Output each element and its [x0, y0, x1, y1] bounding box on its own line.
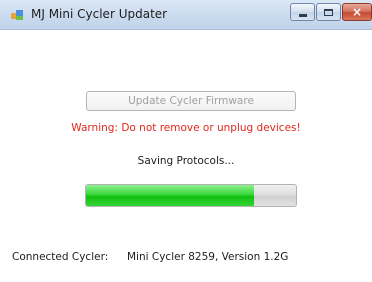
progress-fill — [86, 185, 254, 206]
minimize-icon — [298, 13, 307, 17]
maximize-button[interactable] — [316, 3, 341, 21]
warning-message: Warning: Do not remove or unplug devices… — [71, 122, 301, 134]
update-firmware-button[interactable]: Update Cycler Firmware — [86, 91, 296, 111]
progress-bar — [85, 184, 297, 207]
close-icon: × — [351, 5, 363, 19]
app-window: MJ Mini Cycler Updater × Update Cycler F… — [0, 0, 372, 282]
connected-cycler-label: Connected Cycler: — [12, 251, 109, 263]
maximize-icon — [324, 8, 333, 16]
minimize-button[interactable] — [290, 3, 315, 21]
client-area: Update Cycler Firmware Warning: Do not r… — [0, 30, 372, 282]
window-controls: × — [289, 3, 372, 22]
status-text: Saving Protocols... — [137, 155, 235, 167]
title-bar[interactable]: MJ Mini Cycler Updater × — [0, 0, 372, 30]
window-title: MJ Mini Cycler Updater — [31, 7, 168, 21]
close-button[interactable]: × — [342, 3, 372, 21]
connected-cycler-value: Mini Cycler 8259, Version 1.2G — [127, 251, 289, 263]
app-icon — [11, 10, 23, 20]
